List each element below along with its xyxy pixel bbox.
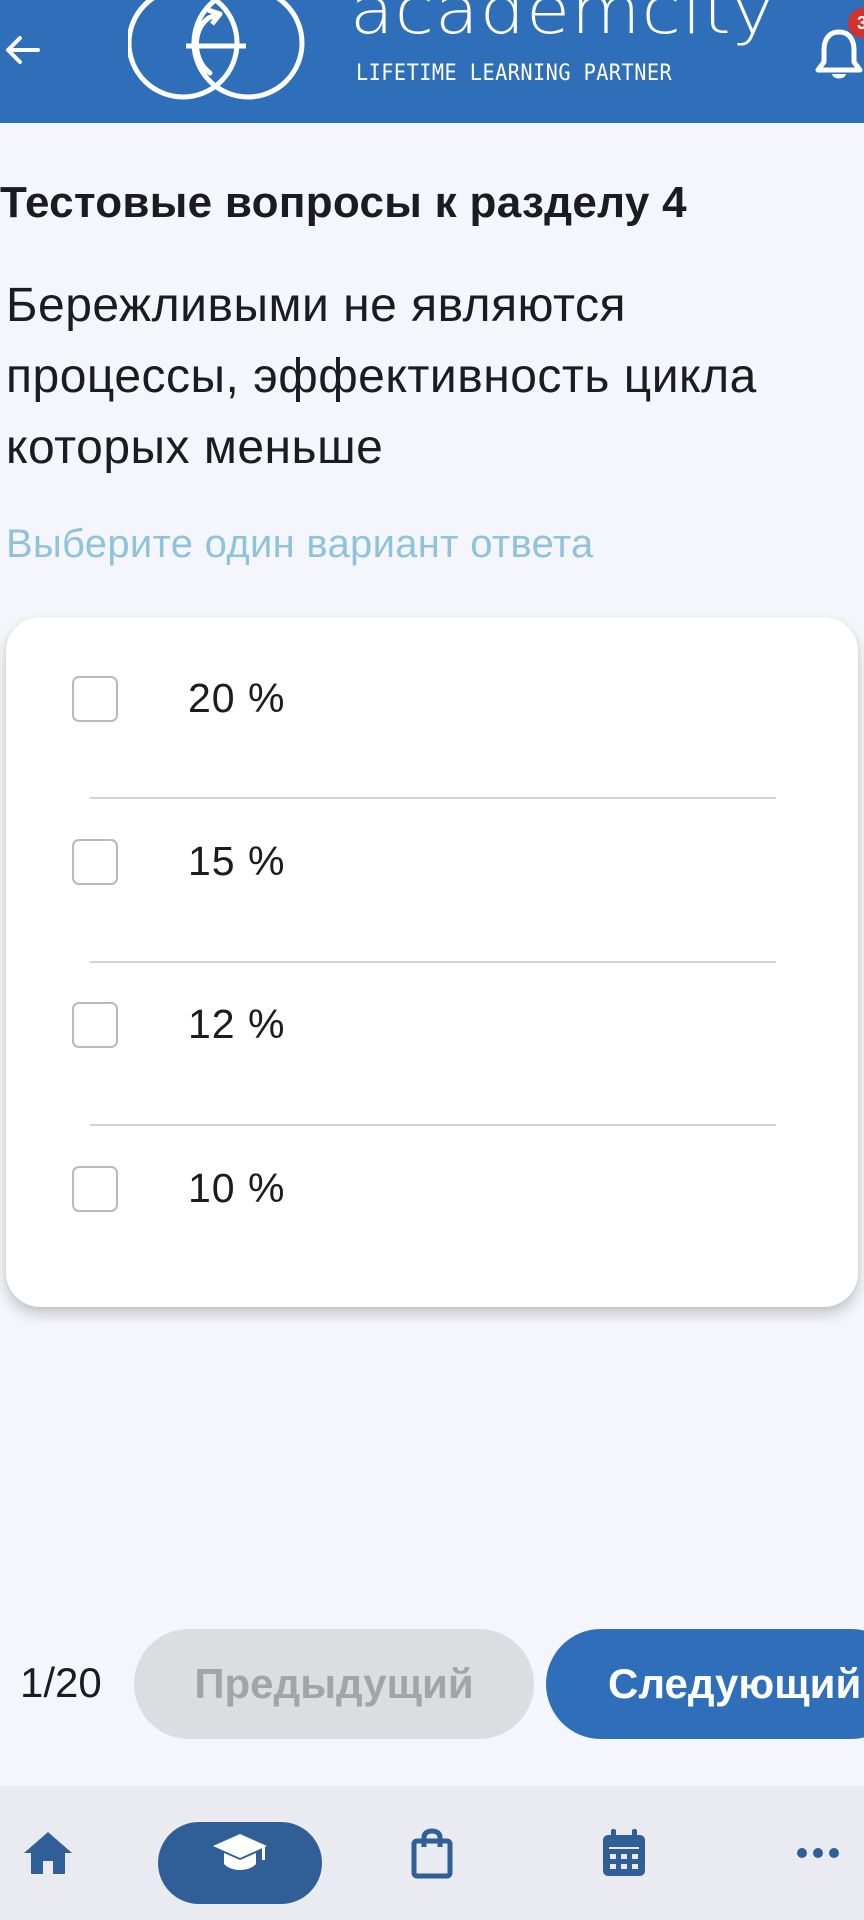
section-title: Тестовые вопросы к разделу 4 [0, 178, 687, 227]
app-header: academcity LIFETIME LEARNING PARTNER 3 [0, 0, 864, 123]
answer-checkbox[interactable] [72, 838, 118, 885]
nav-item-more[interactable] [790, 1786, 846, 1920]
answer-option-label: 15 % [188, 838, 286, 884]
nav-item-courses-icon-wrap [158, 1786, 322, 1920]
nav-item-home[interactable] [18, 1786, 78, 1920]
answer-options-card: 20 % 15 % 12 % 10 % [6, 617, 858, 1307]
nav-item-calendar[interactable] [594, 1786, 654, 1920]
answer-instruction: Выберите один вариант ответа [6, 522, 594, 566]
shopping-bag-icon [411, 1828, 453, 1879]
brand-tagline: LIFETIME LEARNING PARTNER [356, 61, 673, 86]
answer-option-label: 20 % [188, 675, 286, 721]
answer-option[interactable]: 10 % [6, 1107, 858, 1270]
nav-item-shop[interactable] [404, 1786, 460, 1920]
back-button[interactable] [0, 22, 44, 78]
answer-checkbox[interactable] [72, 1165, 118, 1212]
answer-checkbox[interactable] [72, 675, 118, 722]
graduation-cap-icon [213, 1834, 267, 1870]
bottom-navigation [0, 1786, 864, 1920]
calendar-icon [603, 1829, 645, 1876]
question-text: Бережливыми не являются процессы, эффект… [6, 279, 757, 474]
answer-checkbox[interactable] [72, 1001, 118, 1048]
next-button[interactable]: Следующий [546, 1629, 864, 1739]
answer-option[interactable]: 20 % [6, 617, 858, 780]
question-counter: 1/20 [20, 1659, 102, 1706]
more-icon [797, 1848, 839, 1858]
previous-button[interactable]: Предыдущий [134, 1629, 534, 1739]
answer-option-label: 10 % [188, 1165, 286, 1211]
arrow-left-icon [6, 36, 40, 64]
answer-option[interactable]: 12 % [6, 943, 858, 1106]
answer-option[interactable]: 15 % [6, 780, 858, 943]
home-icon [24, 1832, 72, 1874]
brand-name: academcity [350, 0, 776, 49]
answer-option-label: 12 % [188, 1001, 286, 1047]
brand-logo-icon [128, 0, 305, 100]
